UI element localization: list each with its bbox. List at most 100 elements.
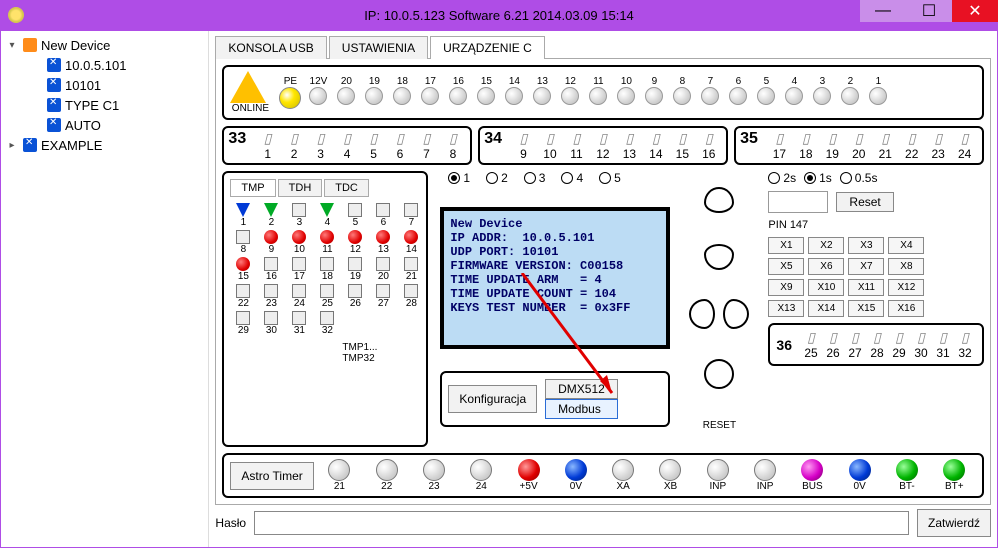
tree-item[interactable]: 10.0.5.101 (1, 55, 208, 75)
tmp-cell[interactable]: 11 (314, 230, 340, 255)
timing-radio[interactable]: 0.5s (840, 171, 878, 185)
switch-icon[interactable]: ▯ (917, 329, 925, 346)
confirm-button[interactable]: Zatwierdź (917, 509, 991, 537)
password-input[interactable] (254, 511, 909, 535)
x-button[interactable]: X14 (808, 300, 844, 317)
switch-icon[interactable]: ▯ (939, 329, 947, 346)
x-button[interactable]: X9 (768, 279, 804, 296)
tmp-cell[interactable]: 30 (258, 311, 284, 336)
tmp-cell[interactable]: 1 (230, 203, 256, 228)
switch-icon[interactable]: ▯ (599, 130, 607, 147)
maximize-button[interactable]: ☐ (906, 0, 952, 22)
x-button[interactable]: X8 (888, 258, 924, 275)
timing-radio[interactable]: 2s (768, 171, 796, 185)
x-button[interactable]: X15 (848, 300, 884, 317)
switch-icon[interactable]: ▯ (851, 329, 859, 346)
switch-icon[interactable]: ▯ (961, 130, 969, 147)
switch-icon[interactable]: ▯ (881, 130, 889, 147)
nav-up-button[interactable] (704, 187, 734, 213)
reset-pin-button[interactable]: Reset (836, 192, 893, 212)
switch-icon[interactable]: ▯ (828, 130, 836, 147)
tmp-cell[interactable]: 12 (342, 230, 368, 255)
switch-icon[interactable]: ▯ (705, 130, 713, 147)
selector-radio[interactable]: 1 (448, 171, 470, 185)
switch-icon[interactable]: ▯ (396, 130, 404, 147)
switch-icon[interactable]: ▯ (343, 130, 351, 147)
tmp-cell[interactable]: 8 (230, 230, 256, 255)
x-button[interactable]: X10 (808, 279, 844, 296)
tmp-cell[interactable]: 28 (398, 284, 424, 309)
nav-left-button[interactable] (689, 299, 715, 329)
x-button[interactable]: X1 (768, 237, 804, 254)
astro-timer-button[interactable]: Astro Timer (230, 462, 313, 490)
nav-down-button[interactable] (704, 244, 734, 270)
tmp-cell[interactable]: 24 (286, 284, 312, 309)
switch-icon[interactable]: ▯ (573, 130, 581, 147)
tmp-cell[interactable]: 5 (342, 203, 368, 228)
timing-radio[interactable]: 1s (804, 171, 832, 185)
switch-icon[interactable]: ▯ (908, 130, 916, 147)
tmp-cell[interactable]: 19 (342, 257, 368, 282)
switch-icon[interactable]: ▯ (678, 130, 686, 147)
tmp-cell[interactable]: 29 (230, 311, 256, 336)
selector-radio[interactable]: 5 (599, 171, 621, 185)
selector-radio[interactable]: 4 (561, 171, 583, 185)
modbus-button[interactable]: Modbus (545, 399, 618, 419)
tmp-cell[interactable]: 27 (370, 284, 396, 309)
dmx512-button[interactable]: DMX512 (545, 379, 618, 399)
switch-icon[interactable]: ▯ (449, 130, 457, 147)
tmp-tab[interactable]: TDH (278, 179, 323, 197)
tree-item[interactable]: ▾New Device (1, 35, 208, 55)
switch-icon[interactable]: ▯ (546, 130, 554, 147)
switch-icon[interactable]: ▯ (961, 329, 969, 346)
konfiguracja-button[interactable]: Konfiguracja (448, 385, 537, 413)
tmp-cell[interactable]: 13 (370, 230, 396, 255)
switch-icon[interactable]: ▯ (317, 130, 325, 147)
switch-icon[interactable]: ▯ (934, 130, 942, 147)
switch-icon[interactable]: ▯ (802, 130, 810, 147)
tmp-cell[interactable]: 20 (370, 257, 396, 282)
x-button[interactable]: X6 (808, 258, 844, 275)
selector-radio[interactable]: 3 (524, 171, 546, 185)
reset-button[interactable] (704, 359, 734, 389)
switch-icon[interactable]: ▯ (264, 130, 272, 147)
x-button[interactable]: X3 (848, 237, 884, 254)
tmp-cell[interactable]: 2 (258, 203, 284, 228)
tmp-cell[interactable]: 25 (314, 284, 340, 309)
tree-item[interactable]: TYPE C1 (1, 95, 208, 115)
tmp-cell[interactable]: 4 (314, 203, 340, 228)
tmp-cell[interactable]: 23 (258, 284, 284, 309)
x-button[interactable]: X4 (888, 237, 924, 254)
tmp-cell[interactable]: 32 (314, 311, 340, 336)
tmp-cell[interactable]: 14 (398, 230, 424, 255)
switch-icon[interactable]: ▯ (807, 329, 815, 346)
x-button[interactable]: X16 (888, 300, 924, 317)
tree-item[interactable]: ▸EXAMPLE (1, 135, 208, 155)
tmp-cell[interactable]: 9 (258, 230, 284, 255)
tmp-tab[interactable]: TDC (324, 179, 369, 197)
tmp-cell[interactable]: 26 (342, 284, 368, 309)
tmp-cell[interactable]: 21 (398, 257, 424, 282)
tmp-cell[interactable]: 16 (258, 257, 284, 282)
tmp-cell[interactable]: 3 (286, 203, 312, 228)
tab-ustawienia[interactable]: USTAWIENIA (329, 36, 428, 59)
x-button[interactable]: X7 (848, 258, 884, 275)
tmp-cell[interactable]: 10 (286, 230, 312, 255)
nav-right-button[interactable] (723, 299, 749, 329)
close-button[interactable]: ✕ (952, 0, 998, 22)
device-tree[interactable]: ▾New Device10.0.5.10110101TYPE C1AUTO▸EX… (1, 31, 209, 547)
switch-icon[interactable]: ▯ (626, 130, 634, 147)
minimize-button[interactable]: — (860, 0, 906, 22)
switch-icon[interactable]: ▯ (370, 130, 378, 147)
switch-icon[interactable]: ▯ (855, 130, 863, 147)
switch-icon[interactable]: ▯ (520, 130, 528, 147)
pin-input[interactable] (768, 191, 828, 213)
switch-icon[interactable]: ▯ (423, 130, 431, 147)
tab-urządzenie-c[interactable]: URZĄDZENIE C (430, 36, 545, 59)
tmp-cell[interactable]: 22 (230, 284, 256, 309)
tree-item[interactable]: 10101 (1, 75, 208, 95)
switch-icon[interactable]: ▯ (829, 329, 837, 346)
tmp-cell[interactable]: 18 (314, 257, 340, 282)
x-button[interactable]: X13 (768, 300, 804, 317)
tmp-cell[interactable]: 15 (230, 257, 256, 282)
